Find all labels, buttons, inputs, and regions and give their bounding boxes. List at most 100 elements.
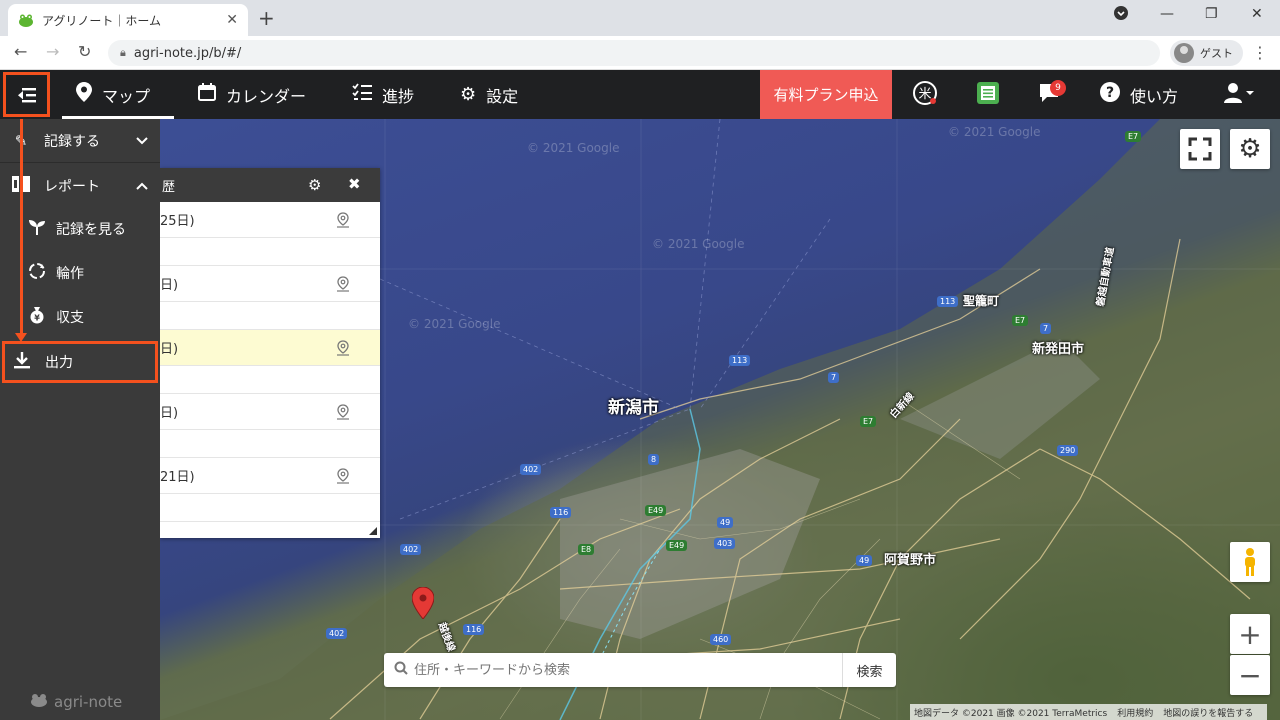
route-shield: E7 bbox=[1125, 131, 1142, 142]
record-date: 25日) bbox=[160, 214, 195, 229]
route-shield: 49 bbox=[856, 555, 873, 566]
map-search-input[interactable] bbox=[414, 655, 842, 685]
route-shield: 460 bbox=[710, 634, 732, 645]
route-shield: E8 bbox=[578, 544, 595, 555]
gear-icon[interactable]: ⚙ bbox=[308, 176, 321, 194]
search-icon bbox=[394, 661, 408, 679]
location-pin-icon[interactable] bbox=[336, 404, 350, 420]
location-pin-icon[interactable] bbox=[336, 212, 350, 228]
route-shield: 7 bbox=[828, 372, 840, 383]
sidebar-item-report[interactable]: レポート bbox=[0, 164, 160, 208]
map-watermark: © 2021 Google bbox=[652, 237, 745, 251]
tab-search-icon[interactable] bbox=[1114, 6, 1128, 24]
location-pin-icon[interactable] bbox=[336, 276, 350, 292]
profile-button[interactable]: ゲスト bbox=[1170, 40, 1243, 66]
map-watermark: © 2021 Google bbox=[527, 141, 620, 155]
new-tab-icon[interactable]: + bbox=[258, 6, 275, 30]
browser-tabbar: アグリノート｜ホーム ✕ + — ❐ ✕ bbox=[0, 0, 1280, 36]
map-watermark: © 2021 Google bbox=[408, 317, 501, 331]
back-icon[interactable]: ← bbox=[14, 42, 27, 61]
fullscreen-button[interactable] bbox=[1180, 129, 1220, 169]
records-panel: 歴 ⚙ ✖ 25日) 日) 日) 日) 21日) bbox=[160, 168, 380, 538]
sidebar-toggle-button[interactable] bbox=[3, 72, 50, 117]
resize-handle[interactable] bbox=[369, 527, 377, 535]
user-menu-icon[interactable] bbox=[1222, 80, 1256, 106]
route-shield: 402 bbox=[326, 628, 348, 639]
pegman-icon bbox=[1245, 548, 1255, 576]
plus-icon: + bbox=[1238, 617, 1262, 651]
help-link[interactable]: ? 使い方 bbox=[1100, 70, 1178, 119]
collapse-menu-icon bbox=[17, 87, 36, 102]
location-pin-icon[interactable] bbox=[336, 340, 350, 356]
city-label-niigata: 新潟市 bbox=[608, 398, 659, 418]
close-tab-icon[interactable]: ✕ bbox=[226, 12, 238, 28]
url-text: agri-note.jp/b/#/ bbox=[133, 45, 242, 61]
zoom-out-button[interactable]: − bbox=[1230, 655, 1270, 695]
report-error-link[interactable]: 地図の誤りを報告する bbox=[1163, 706, 1253, 719]
city-label-agano: 阿賀野市 bbox=[884, 553, 937, 568]
sidebar: ✎ 記録する レポート 記録を見る 輪作 ¥ 収支 ag bbox=[0, 119, 160, 720]
browser-tab[interactable]: アグリノート｜ホーム ✕ bbox=[8, 4, 248, 36]
map-attribution: 地図データ ©2021 画像 ©2021 TerraMetrics 利用規約 地… bbox=[910, 704, 1268, 720]
restore-icon[interactable]: ❐ bbox=[1205, 6, 1218, 22]
frog-icon bbox=[30, 693, 48, 711]
street-view-button[interactable] bbox=[1230, 542, 1270, 582]
map-marker-icon[interactable] bbox=[412, 587, 434, 619]
sidebar-item-view-records[interactable]: 記録を見る bbox=[0, 207, 160, 251]
close-icon[interactable]: ✖ bbox=[348, 175, 361, 193]
close-window-icon[interactable]: ✕ bbox=[1251, 6, 1263, 22]
sidebar-item-label: 出力 bbox=[45, 355, 73, 371]
list-item[interactable]: 25日) bbox=[160, 202, 380, 238]
route-shield: 402 bbox=[520, 464, 542, 475]
tab-map[interactable]: マップ bbox=[61, 70, 175, 119]
tab-progress-label: 進捗 bbox=[382, 86, 415, 106]
notebook-icon[interactable] bbox=[975, 80, 1001, 106]
help-icon: ? bbox=[1100, 82, 1120, 107]
route-shield: 290 bbox=[1057, 445, 1079, 456]
sidebar-item-rotation[interactable]: 輪作 bbox=[0, 251, 160, 295]
attribution-text: 地図データ ©2021 画像 ©2021 TerraMetrics bbox=[914, 708, 1108, 719]
tab-settings[interactable]: ⚙ 設定 bbox=[460, 70, 518, 119]
list-item-selected[interactable]: 日) bbox=[160, 330, 380, 366]
tab-progress[interactable]: 進捗 bbox=[352, 70, 414, 119]
forward-icon[interactable]: → bbox=[46, 42, 59, 61]
reload-icon[interactable]: ↻ bbox=[78, 42, 91, 61]
list-item[interactable]: 日) bbox=[160, 394, 380, 430]
minimize-icon[interactable]: — bbox=[1160, 6, 1174, 22]
list-item[interactable]: 21日) bbox=[160, 458, 380, 494]
rice-icon[interactable]: 米 bbox=[912, 80, 938, 106]
list-item-detail bbox=[160, 366, 380, 394]
zoom-in-button[interactable]: + bbox=[1230, 614, 1270, 654]
frog-icon bbox=[19, 14, 33, 27]
paid-plan-button[interactable]: 有料プラン申込 bbox=[760, 70, 892, 119]
gear-icon: ⚙ bbox=[460, 84, 477, 105]
fullscreen-icon bbox=[1188, 137, 1212, 161]
tab-calendar[interactable]: カレンダー bbox=[198, 70, 306, 119]
tab-settings-label: 設定 bbox=[486, 86, 519, 106]
list-item[interactable]: 日) bbox=[160, 266, 380, 302]
map-search-button[interactable]: 検索 bbox=[842, 653, 896, 687]
map-settings-button[interactable]: ⚙ bbox=[1230, 129, 1270, 169]
sidebar-item-label: レポート bbox=[44, 179, 100, 195]
route-shield: 8 bbox=[648, 454, 660, 465]
record-date: 日) bbox=[160, 406, 179, 421]
url-field[interactable]: 🔒︎ agri-note.jp/b/#/ bbox=[108, 40, 1160, 66]
route-shield: 116 bbox=[463, 624, 485, 635]
address-bar-row: ← → ↻ 🔒︎ agri-note.jp/b/#/ ゲスト ⋮ bbox=[0, 36, 1280, 70]
route-shield: 7 bbox=[1040, 323, 1052, 334]
map-watermark: © 2021 Google bbox=[948, 125, 1041, 139]
location-pin-icon[interactable] bbox=[336, 468, 350, 484]
list-item-detail bbox=[160, 238, 380, 266]
avatar-icon bbox=[1174, 43, 1194, 63]
download-icon bbox=[11, 351, 33, 373]
sidebar-item-record[interactable]: ✎ 記録する bbox=[0, 119, 160, 163]
browser-menu-icon[interactable]: ⋮ bbox=[1252, 43, 1268, 62]
route-shield: 113 bbox=[937, 296, 959, 307]
route-shield: E49 bbox=[666, 540, 688, 551]
map-search-bar: 検索 bbox=[384, 653, 896, 687]
brand-logo: agri-note bbox=[30, 693, 122, 711]
calendar-icon bbox=[198, 83, 216, 106]
sidebar-item-export[interactable]: 出力 bbox=[2, 341, 158, 383]
route-shield: E7 bbox=[860, 416, 877, 427]
terms-link[interactable]: 利用規約 bbox=[1117, 706, 1153, 719]
